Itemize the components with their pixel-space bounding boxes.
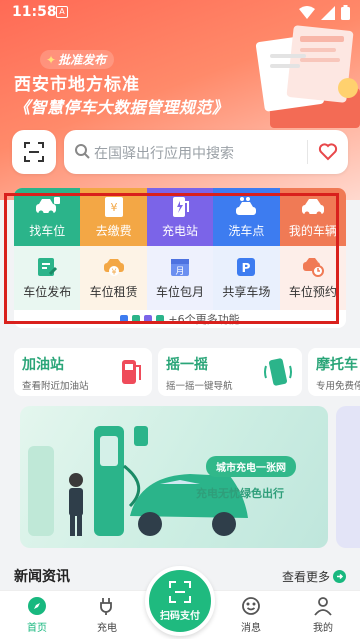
more-functions-label: +6个更多功能 [168, 313, 240, 326]
tile-lease-spot[interactable]: ¥ 车位租赁 [80, 246, 147, 310]
scan-qr-icon [169, 580, 191, 603]
calendar-icon: 月 [171, 259, 190, 277]
car-icon [36, 196, 61, 215]
search-input[interactable]: 在国驿出行应用中搜索 [64, 130, 348, 174]
mini-app-icon [144, 315, 153, 323]
card-subtitle: 专用免费停 [316, 381, 360, 392]
search-placeholder: 在国驿出行应用中搜索 [94, 146, 234, 162]
my-car-icon [301, 198, 324, 216]
next-promo-peek[interactable] [336, 406, 360, 548]
sparkle-icon: ✦ [46, 53, 57, 67]
tab-label: 充电 [97, 623, 117, 634]
tile-my-vehicles[interactable]: 我的车辆 [279, 188, 346, 246]
battery-icon [341, 5, 350, 20]
tile-label: 车位包月 [156, 285, 205, 299]
scan-pay-label: 扫码支付 [160, 610, 200, 622]
motorcycle-card[interactable]: 摩托车 专用免费停 [308, 348, 360, 396]
approve-badge: ✦ 批准发布 [40, 50, 115, 69]
charging-plug-icon [100, 598, 112, 615]
yuan-ticket-icon: ¥ [104, 196, 123, 217]
tile-publish-spot[interactable]: 车位发布 [14, 246, 81, 310]
feature-cards: 加油站 查看附近加油站 摇一摇 摇一摇一键导航 摩托车 专用免费停 [14, 348, 360, 396]
card-title: 摩托车 [316, 357, 358, 373]
scan-button[interactable] [12, 130, 56, 174]
signal-icon [321, 5, 335, 20]
fuel-pump-icon [122, 360, 141, 384]
tile-label: 我的车辆 [288, 223, 337, 238]
tile-reserve-spot[interactable]: 车位预约 [279, 246, 346, 310]
svg-text:¥: ¥ [111, 268, 116, 277]
service-grid: 找车位 ¥ 去缴费 充电站 洗车点 我的车辆 车位发布 ¥ 车位租赁 月 车位包… [14, 188, 346, 328]
svg-text:P: P [242, 261, 251, 275]
car-wash-icon [236, 196, 257, 215]
promo-pill: 城市充电一张网 [206, 456, 296, 477]
status-time: 11:58 [12, 4, 57, 20]
tile-label: 充电站 [162, 223, 199, 238]
shake-phone-icon [264, 358, 292, 386]
tile-monthly-spot[interactable]: 月 车位包月 [146, 246, 214, 310]
mini-app-icon [132, 315, 141, 323]
approve-badge-label: 批准发布 [58, 53, 107, 67]
tile-label: 洗车点 [228, 223, 265, 238]
search-row: 在国驿出行应用中搜索 [12, 130, 348, 174]
banner-subtitle: 《智慧停车大数据管理规范》 [14, 98, 229, 117]
tile-find-parking[interactable]: 找车位 [14, 188, 81, 246]
charging-illustration [28, 426, 248, 536]
scan-icon [24, 142, 44, 162]
heart-icon[interactable] [318, 142, 338, 162]
message-smile-icon [242, 597, 260, 615]
parking-p-icon: P [237, 258, 256, 276]
mini-app-icon [120, 315, 129, 323]
news-more-label: 查看更多 [281, 570, 330, 584]
lease-icon: ¥ [103, 259, 124, 277]
tab-profile[interactable]: 我的 [298, 596, 348, 634]
promo-slogan: 充电无忧绿色出行 [196, 487, 284, 500]
charging-pump-icon [173, 196, 190, 217]
wifi-icon [299, 5, 315, 19]
tile-label: 去缴费 [95, 223, 132, 238]
document-stack-illustration [255, 25, 360, 128]
svg-text:月: 月 [176, 266, 185, 277]
tile-car-wash[interactable]: 洗车点 [213, 188, 280, 246]
arrow-right-circle-icon [333, 570, 346, 583]
tile-pay[interactable]: ¥ 去缴费 [80, 188, 147, 246]
notification-a-icon: A [56, 6, 68, 18]
status-bar: 11:58 A [0, 0, 360, 26]
person-icon [314, 597, 332, 616]
tile-label: 共享车场 [222, 285, 271, 299]
mini-app-icon [156, 315, 165, 323]
tile-label: 车位发布 [23, 285, 72, 299]
reserve-icon [302, 258, 324, 277]
tab-messages[interactable]: 消息 [226, 596, 276, 634]
news-more-link[interactable]: 查看更多 [282, 568, 346, 585]
news-title: 新闻资讯 [14, 569, 70, 585]
compass-icon [28, 597, 46, 615]
tab-label: 首页 [27, 623, 47, 634]
search-divider [307, 140, 308, 164]
service-row-secondary: 车位发布 ¥ 车位租赁 月 车位包月 P 共享车场 车位预约 [14, 246, 346, 310]
tile-label: 车位预约 [288, 285, 337, 299]
tab-charging[interactable]: 充电 [82, 596, 132, 634]
shake-card[interactable]: 摇一摇 摇一摇一键导航 [158, 348, 302, 396]
svg-text:¥: ¥ [110, 201, 117, 214]
tab-label: 我的 [313, 623, 333, 634]
gas-station-card[interactable]: 加油站 查看附近加油站 [14, 348, 152, 396]
tile-label: 车位租赁 [89, 285, 138, 299]
charging-promo-banner[interactable]: 城市充电一张网 充电无忧绿色出行 [20, 406, 328, 548]
more-functions[interactable]: +6个更多功能 [14, 310, 346, 328]
service-row-primary: 找车位 ¥ 去缴费 充电站 洗车点 我的车辆 [14, 188, 346, 246]
tab-home[interactable]: 首页 [12, 596, 62, 634]
scan-pay-button[interactable]: 扫码支付 [145, 566, 215, 636]
tile-charging-station[interactable]: 充电站 [146, 188, 214, 246]
banner-title: 西安市地方标准 [14, 75, 140, 95]
tile-label: 找车位 [29, 223, 66, 238]
tile-shared-lot[interactable]: P 共享车场 [213, 246, 280, 310]
tab-label: 消息 [241, 623, 261, 634]
publish-icon [38, 258, 58, 276]
search-icon [75, 144, 90, 159]
